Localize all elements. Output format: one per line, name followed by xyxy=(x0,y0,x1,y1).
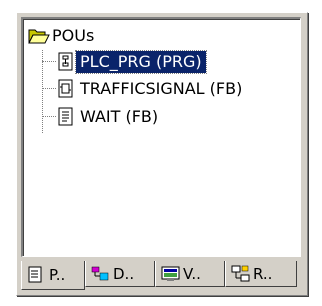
datatypes-tab-icon xyxy=(90,264,110,284)
object-organizer-panel: POUs PLC_PRG (PRG) TRAFFICSIGNAL (FB) WA… xyxy=(16,12,308,296)
tree-inner: POUs PLC_PRG (PRG) TRAFFICSIGNAL (FB) WA… xyxy=(23,19,300,256)
tab-resources-label: R.. xyxy=(253,264,273,283)
tab-pous-label: P.. xyxy=(49,266,66,284)
tree-connector-h1 xyxy=(42,61,56,62)
tree-node-plc-prg-label: PLC_PRG (PRG) xyxy=(75,50,207,74)
resources-tab-icon xyxy=(230,264,250,284)
program-icon xyxy=(56,52,76,72)
tab-datatypes[interactable]: D.. xyxy=(85,261,155,287)
visualization-tab-icon xyxy=(160,264,180,284)
tree-node-wait-label: WAIT (FB) xyxy=(80,107,159,126)
tab-datatypes-label: D.. xyxy=(113,264,135,283)
tab-resources[interactable]: R.. xyxy=(225,261,297,287)
tree-node-trafficsignal-label: TRAFFICSIGNAL (FB) xyxy=(80,79,243,98)
folder-open-icon xyxy=(28,26,50,46)
tree-connector-h3b xyxy=(42,116,56,117)
function-block-doc-icon xyxy=(56,107,76,127)
tree-node-wait[interactable]: WAIT (FB) xyxy=(56,105,162,129)
pou-tab-icon xyxy=(26,265,46,285)
tree-node-trafficsignal[interactable]: TRAFFICSIGNAL (FB) xyxy=(56,77,246,101)
organizer-tab-strip: P.. D.. V.. R.. xyxy=(21,261,303,291)
tree-node-pous-label: POUs xyxy=(52,26,95,45)
tab-visualizations[interactable]: V.. xyxy=(155,261,225,287)
tree-node-pous[interactable]: POUs xyxy=(28,24,98,48)
function-block-icon xyxy=(56,79,76,99)
pou-tree-view[interactable]: POUs PLC_PRG (PRG) TRAFFICSIGNAL (FB) WA… xyxy=(21,17,301,257)
tab-pous[interactable]: P.. xyxy=(21,261,85,290)
tree-connector-h2 xyxy=(42,88,56,89)
tree-node-plc-prg[interactable]: PLC_PRG (PRG) xyxy=(56,50,207,74)
tree-connector-vertical xyxy=(42,50,43,133)
tab-visualizations-label: V.. xyxy=(183,264,201,283)
